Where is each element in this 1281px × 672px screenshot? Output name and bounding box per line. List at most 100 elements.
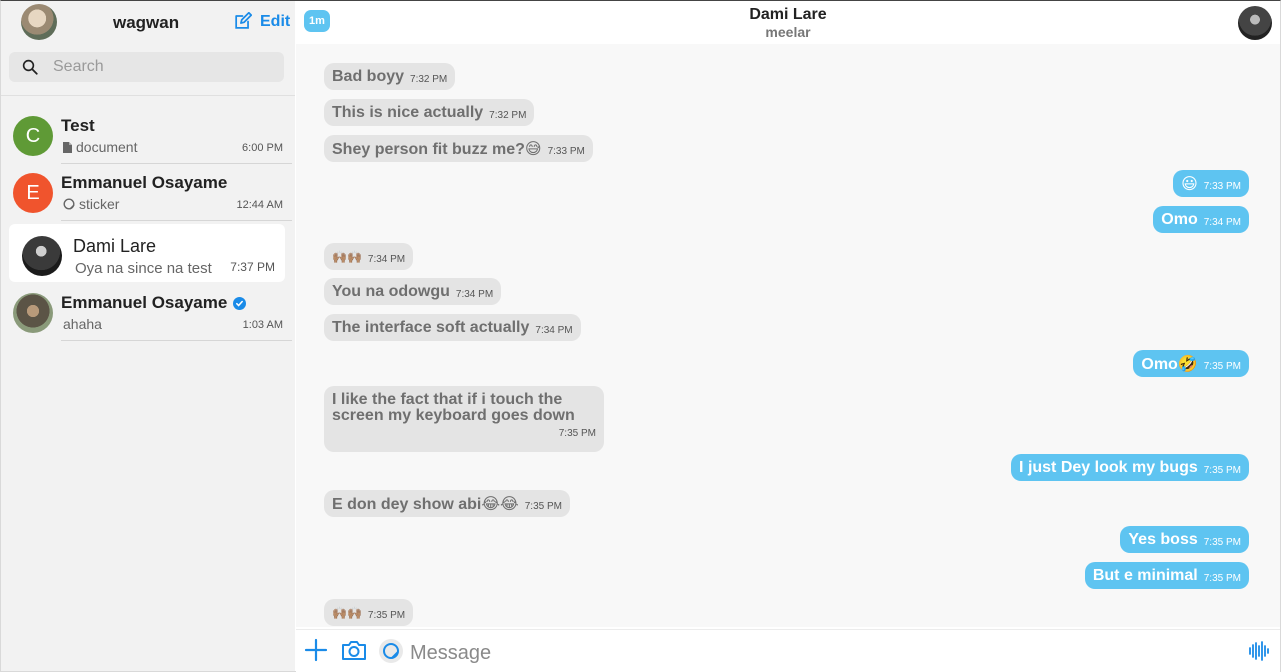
message-time: 7:34 PM — [535, 324, 573, 336]
message-incoming[interactable]: 🙌🏽🙌🏽 7:35 PM — [324, 599, 414, 626]
chat-name-text: Dami Lare — [73, 236, 157, 256]
message-time: 7:32 PM — [489, 109, 527, 121]
message-incoming[interactable]: Shey person fit buzz me?😅 7:33 PM — [324, 135, 593, 162]
chat-list-item-active[interactable]: Dami Lare Oya na since na test 7:37 PM — [9, 224, 285, 282]
divider — [61, 340, 292, 341]
search-bar — [9, 52, 284, 82]
chat-preview-text: sticker — [79, 196, 120, 212]
message-outgoing[interactable]: But e minimal 7:35 PM — [1084, 562, 1249, 589]
chat-list-item[interactable]: Emmanuel Osayame ahaha 1:03 AM — [1, 284, 295, 341]
edit-button[interactable]: Edit — [233, 12, 290, 31]
message-time: 7:34 PM — [1203, 216, 1241, 228]
message-time: 7:35 PM — [558, 428, 596, 439]
chat-preview: ahaha — [63, 316, 102, 332]
message-time: 7:35 PM — [1203, 464, 1241, 476]
chat-preview: sticker — [63, 196, 119, 212]
chat-list-item[interactable]: E Emmanuel Osayame sticker 12:44 AM — [1, 164, 295, 221]
message-text: Omo — [1161, 210, 1198, 228]
divider — [1, 95, 295, 96]
message-time: 7:35 PM — [524, 500, 562, 512]
message-time: 7:34 PM — [367, 253, 406, 265]
message-incoming[interactable]: Bad boyy 7:32 PM — [324, 63, 456, 90]
chat-time: 6:00 PM — [242, 142, 283, 154]
avatar: C — [13, 116, 53, 156]
chat-name-text: Emmanuel Osayame — [61, 293, 228, 312]
avatar — [22, 236, 62, 276]
chat-list-item[interactable]: C Test document 6:00 PM — [1, 107, 295, 164]
conversation-subtitle: meelar — [765, 24, 811, 40]
chat-name: Test — [61, 116, 95, 136]
divider — [61, 220, 292, 221]
avatar: E — [13, 173, 53, 213]
camera-icon[interactable] — [341, 638, 367, 662]
message-input[interactable] — [408, 638, 1212, 668]
message-time: 7:33 PM — [547, 145, 585, 157]
verified-icon — [233, 296, 247, 310]
sticker-icon — [63, 198, 75, 210]
chat-preview: Oya na since na test — [75, 260, 212, 277]
message-text: I like the fact that if i touch the scre… — [332, 391, 575, 424]
sidebar-header: wagwan Edit — [1, 1, 295, 45]
chat-time: 12:44 AM — [236, 199, 283, 211]
message-time: 7:35 PM — [1203, 360, 1241, 372]
edit-label: Edit — [260, 12, 291, 30]
chat-time: 7:37 PM — [230, 260, 275, 274]
message-text: E don dey show abi😂😂 — [332, 495, 519, 513]
message-time: 7:34 PM — [455, 288, 494, 300]
message-text: I just Dey look my bugs — [1019, 458, 1198, 476]
message-incoming[interactable]: The interface soft actually 7:34 PM — [324, 314, 581, 341]
message-text: The interface soft actually — [332, 318, 530, 336]
message-text: 😃 — [1181, 175, 1198, 193]
conversation-title: Dami Lare — [749, 6, 827, 23]
message-incoming[interactable]: This is nice actually 7:32 PM — [324, 99, 535, 126]
my-avatar[interactable] — [21, 4, 57, 40]
chat-name: Dami Lare — [73, 236, 156, 257]
message-outgoing[interactable]: 😃 7:33 PM — [1173, 170, 1249, 197]
message-text: But e minimal — [1092, 566, 1198, 584]
message-outgoing[interactable]: Yes boss 7:35 PM — [1120, 526, 1249, 553]
message-text: Shey person fit buzz me?😅 — [332, 140, 542, 158]
message-incoming[interactable]: I like the fact that if i touch the scre… — [324, 386, 604, 452]
avatar — [13, 293, 53, 333]
message-time: 7:35 PM — [1203, 536, 1241, 548]
chat-name-text: Test — [61, 116, 95, 135]
message-text: 🙌🏽🙌🏽 — [332, 605, 362, 620]
search-input[interactable] — [51, 57, 275, 77]
sticker-icon[interactable] — [378, 638, 404, 664]
document-icon — [63, 141, 72, 153]
plus-icon[interactable] — [304, 638, 328, 662]
message-incoming[interactable]: You na odowgu 7:34 PM — [324, 278, 502, 305]
chat-name: Emmanuel Osayame — [61, 293, 247, 313]
chat-preview-text: ahaha — [63, 316, 102, 332]
message-outgoing[interactable]: Omo🤣 7:35 PM — [1133, 350, 1249, 377]
chat-time: 1:03 AM — [242, 319, 283, 331]
message-text: You na odowgu — [332, 282, 450, 300]
message-text: 🙌🏽🙌🏽 — [332, 249, 362, 264]
message-time: 7:35 PM — [367, 609, 406, 621]
message-text: This is nice actually — [332, 103, 484, 121]
composer-bar — [296, 629, 1280, 672]
chat-name-text: Emmanuel Osayame — [61, 173, 228, 192]
message-list[interactable]: Bad boyy 7:32 PM This is nice actually 7:3… — [296, 44, 1280, 627]
message-text: Bad boyy — [332, 67, 405, 85]
conversation-header: 1m Dami Lare meelar — [296, 1, 1280, 44]
chat-preview-text: Oya na since na test — [75, 260, 212, 277]
message-text: Omo🤣 — [1141, 355, 1198, 373]
my-username: wagwan — [113, 13, 180, 32]
message-incoming[interactable]: 🙌🏽🙌🏽 7:34 PM — [324, 243, 414, 270]
message-incoming[interactable]: E don dey show abi😂😂 7:35 PM — [324, 490, 570, 517]
voice-message-icon[interactable] — [1248, 640, 1270, 662]
message-time: 7:35 PM — [1203, 572, 1241, 584]
chat-name: Emmanuel Osayame — [61, 173, 227, 193]
message-time: 7:32 PM — [410, 73, 448, 85]
message-text: Yes boss — [1128, 530, 1198, 548]
compose-icon — [235, 12, 252, 29]
message-outgoing[interactable]: I just Dey look my bugs 7:35 PM — [1011, 454, 1249, 481]
chat-list-sidebar: wagwan Edit C Test document 6:00 PM E Em… — [1, 1, 295, 671]
search-icon — [22, 59, 38, 75]
chat-preview-text: document — [76, 139, 138, 155]
peer-avatar[interactable] — [1238, 6, 1272, 40]
chat-preview: document — [63, 139, 137, 155]
message-outgoing[interactable]: Omo 7:34 PM — [1153, 206, 1249, 233]
message-time: 7:33 PM — [1203, 180, 1241, 192]
